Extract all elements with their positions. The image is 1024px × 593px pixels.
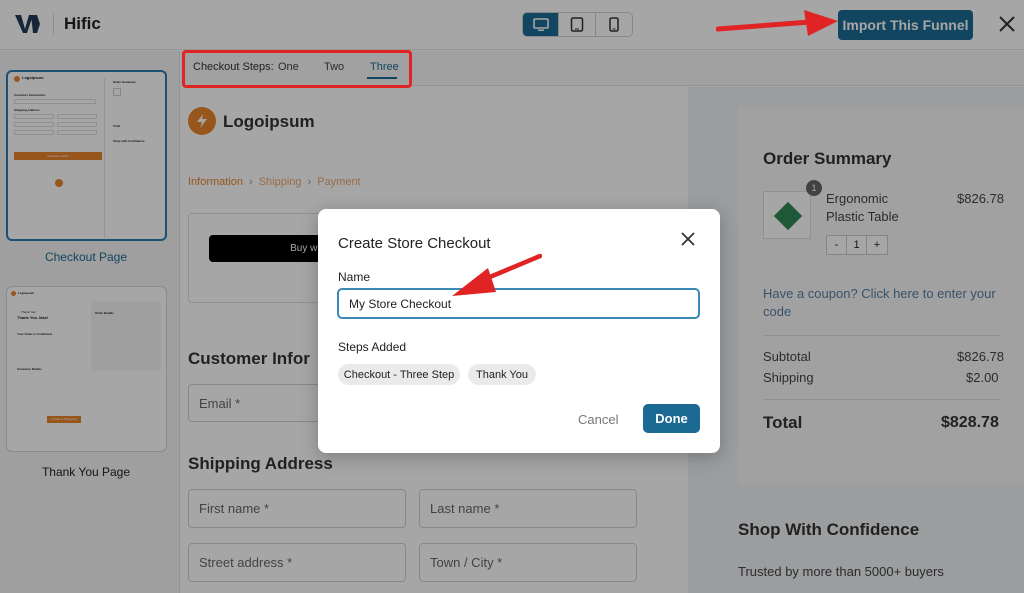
done-button[interactable]: Done	[643, 404, 700, 433]
steps-highlight-box	[182, 50, 412, 88]
steps-added-label: Steps Added	[338, 340, 407, 354]
name-label: Name	[338, 270, 371, 284]
cancel-button[interactable]: Cancel	[578, 412, 618, 427]
chip-checkout-three-step: Checkout - Three Step	[338, 364, 460, 385]
chip-thank-you: Thank You	[468, 364, 536, 385]
close-icon[interactable]	[680, 231, 696, 247]
create-checkout-modal: Create Store Checkout Name My Store Chec…	[318, 209, 720, 453]
annotation-arrow-icon	[716, 10, 838, 36]
annotation-arrow-icon	[452, 253, 542, 296]
